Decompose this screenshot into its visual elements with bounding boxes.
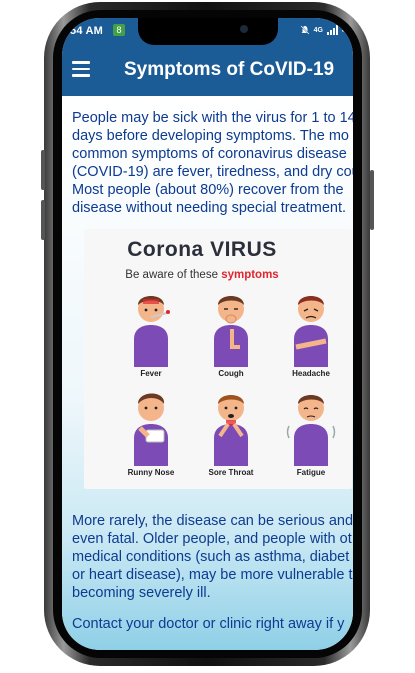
text-line: medical conditions (such as asthma, diab…: [72, 549, 350, 565]
symptom-runny-nose: Runny Nose: [116, 386, 186, 482]
text-line: People may be sick with the virus for 1 …: [72, 110, 353, 126]
text-line: Contact your doctor or clinic right away…: [72, 616, 345, 632]
symptom-label: Fever: [140, 369, 162, 378]
fatigue-illustration: [286, 395, 336, 466]
symptom-sore-throat: Sore Throat: [196, 386, 266, 482]
fever-illustration: [134, 296, 170, 367]
mute-bell-icon: [300, 25, 310, 35]
symptom-label: Fatigue: [296, 468, 326, 477]
status-icons: 4G 4: [300, 25, 347, 35]
text-line: even fatal. Older people, and people wit…: [72, 531, 352, 547]
headache-illustration: [294, 296, 328, 367]
poster-subtitle-prefix: Be aware of these: [125, 269, 218, 281]
volume-button-2: [41, 200, 45, 240]
poster-subtitle: Be aware of these symptoms: [84, 266, 320, 284]
text-line: days before developing symptoms. The mo: [72, 128, 349, 144]
symptom-headache: Headache: [276, 287, 346, 383]
paragraph-intro: People may be sick with the virus for 1 …: [72, 109, 353, 217]
notification-app-icon: 8: [113, 24, 125, 36]
runny-nose-illustration: [134, 393, 168, 466]
text-line: (COVID-19) are fever, tiredness, and dry…: [72, 164, 353, 180]
text-line: common symptoms of coronavirus disease: [72, 146, 347, 162]
symptom-label: Headache: [292, 369, 330, 378]
text-line: disease without needing special treatmen…: [72, 200, 347, 216]
network-type: 4G: [313, 26, 323, 34]
symptom-label: Sore Throat: [208, 468, 254, 477]
text-line: More rarely, the disease can be serious …: [72, 513, 353, 529]
cough-illustration: [214, 296, 248, 367]
paragraph-severity: More rarely, the disease can be serious …: [72, 512, 353, 602]
app-bar: Symptoms of CoVID-19: [62, 45, 353, 96]
menu-icon[interactable]: [72, 61, 92, 77]
sore-throat-illustration: [214, 395, 248, 466]
symptom-fatigue: Fatigue: [276, 386, 346, 482]
symptom-fever: Fever: [116, 287, 186, 383]
poster-subtitle-highlight: symptoms: [221, 269, 279, 281]
paragraph-contact: Contact your doctor or clinic right away…: [72, 615, 353, 633]
power-button: [370, 170, 374, 230]
symptom-cough: Cough: [196, 287, 266, 383]
text-line: or heart disease), may be more vulnerabl…: [72, 567, 353, 583]
battery-text: 4: [341, 25, 347, 35]
status-time: 54 AM: [70, 25, 103, 37]
text-line: Most people (about 80%) recover from the: [72, 182, 344, 198]
symptom-label: Cough: [218, 369, 244, 378]
phone-screen: 54 AM 8 4G 4 Symptoms of CoVID-19 People…: [62, 18, 353, 650]
volume-button: [41, 150, 45, 190]
poster-title: Corona VIRUS: [127, 238, 277, 261]
article-content: People may be sick with the virus for 1 …: [62, 96, 353, 650]
camera-notch: [138, 18, 278, 45]
symptom-label: Runny Nose: [127, 468, 175, 477]
front-camera: [240, 25, 248, 33]
symptoms-poster-image: Corona VIRUS Be aware of these symptoms …: [84, 229, 352, 489]
page-title: Symptoms of CoVID-19: [124, 59, 335, 80]
text-line: becoming severely ill.: [72, 585, 211, 601]
signal-icon: [326, 25, 338, 35]
